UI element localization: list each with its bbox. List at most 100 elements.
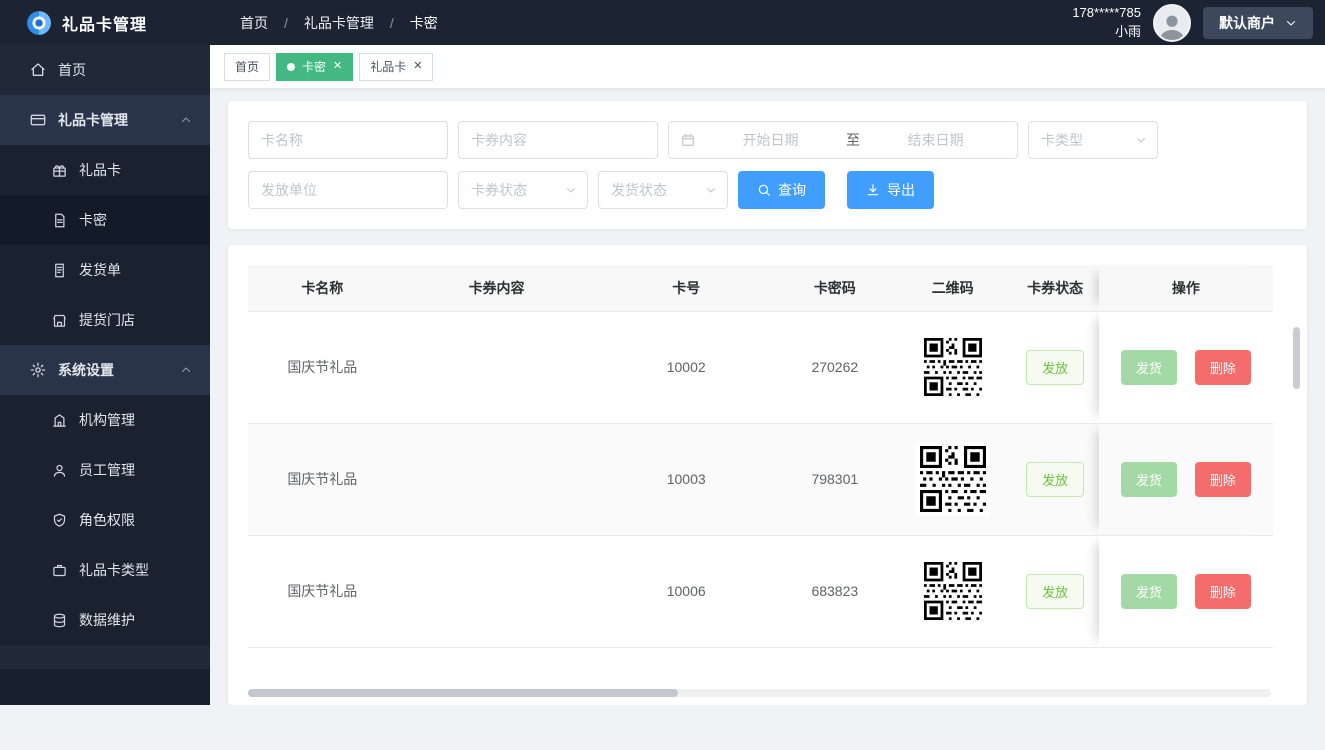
close-icon[interactable]: ✕: [333, 61, 342, 72]
sidebar-item-giftcards[interactable]: 礼品卡: [0, 145, 210, 195]
tab-giftcard[interactable]: 礼品卡 ✕: [359, 53, 433, 81]
search-button-label: 查询: [778, 180, 806, 200]
horizontal-scrollbar[interactable]: [248, 689, 678, 697]
date-range-picker[interactable]: 开始日期 至 结束日期: [668, 121, 1018, 159]
card-secret-table: 卡名称 卡券内容 卡号 卡密码 二维码 卡券状态 操作 国庆节礼品 10002: [248, 265, 1273, 648]
issue-unit-input[interactable]: [248, 171, 448, 209]
store-icon: [52, 313, 67, 328]
delete-button[interactable]: 删除: [1195, 574, 1251, 609]
data-table-panel: 卡名称 卡券内容 卡号 卡密码 二维码 卡券状态 操作 国庆节礼品 10002: [228, 245, 1307, 705]
user-meta: 178*****785 小雨: [1072, 4, 1141, 42]
column-header: 卡号: [597, 265, 776, 311]
ship-button[interactable]: 发货: [1121, 462, 1177, 497]
download-icon: [866, 183, 880, 197]
column-header: 卡券状态: [1012, 265, 1099, 311]
card-status-select[interactable]: 卡券状态: [458, 171, 588, 209]
tabs-bar: 首页 卡密 ✕ 礼品卡 ✕: [210, 45, 1325, 89]
sidebar-item-label: 机构管理: [79, 410, 135, 430]
sidebar-item-label: 角色权限: [79, 510, 135, 530]
column-header: 卡密码: [776, 265, 894, 311]
card-name-input[interactable]: [248, 121, 448, 159]
card-type-select[interactable]: 卡类型: [1028, 121, 1158, 159]
active-dot-icon: [287, 63, 295, 71]
cell-card-content: [397, 311, 597, 423]
cell-card-name: 国庆节礼品: [248, 423, 397, 535]
sidebar-item-delivery-note[interactable]: 发货单: [0, 245, 210, 295]
filter-panel: 开始日期 至 结束日期 卡类型 卡券状态: [228, 101, 1307, 229]
sidebar-item-staff-management[interactable]: 员工管理: [0, 445, 210, 495]
cell-card-password: 683823: [776, 535, 894, 647]
sidebar: 首页 礼品卡管理 礼品卡 卡密 发货单 提货门店: [0, 45, 210, 705]
sidebar-item-label: 卡密: [79, 210, 107, 230]
ship-button[interactable]: 发货: [1121, 574, 1177, 609]
ship-status-select[interactable]: 发货状态: [598, 171, 728, 209]
merchant-label: 默认商户: [1219, 13, 1275, 33]
chevron-up-icon: [180, 114, 192, 126]
avatar[interactable]: [1153, 4, 1191, 42]
table-header-row: 卡名称 卡券内容 卡号 卡密码 二维码 卡券状态 操作: [248, 265, 1273, 311]
column-header: 二维码: [894, 265, 1012, 311]
user-phone: 178*****785: [1072, 4, 1141, 23]
table-row: 国庆节礼品 10002 270262 发放 发货 删除: [248, 311, 1273, 423]
breadcrumb-giftcard[interactable]: 礼品卡管理: [304, 13, 374, 33]
sidebar-section-label: 系统设置: [58, 360, 114, 380]
status-badge: 发放: [1026, 350, 1084, 385]
sidebar-item-giftcard-types[interactable]: 礼品卡类型: [0, 545, 210, 595]
table-row: 国庆节礼品 10006 683823 发放 发货 删除: [248, 535, 1273, 647]
delete-button[interactable]: 删除: [1195, 350, 1251, 385]
merchant-selector[interactable]: 默认商户: [1203, 7, 1313, 39]
cell-card-name: 国庆节礼品: [248, 535, 397, 647]
cell-card-content: [397, 423, 597, 535]
select-placeholder: 发货状态: [611, 180, 667, 200]
ship-button[interactable]: 发货: [1121, 350, 1177, 385]
search-button[interactable]: 查询: [738, 171, 825, 209]
sidebar-item-label: 礼品卡类型: [79, 560, 149, 580]
sidebar-item-label: 礼品卡: [79, 160, 121, 180]
sidebar-item-data-maintenance[interactable]: 数据维护: [0, 595, 210, 645]
chevron-up-icon: [180, 364, 192, 376]
tab-card-secret[interactable]: 卡密 ✕: [276, 53, 353, 81]
select-placeholder: 卡类型: [1041, 130, 1083, 150]
sidebar-item-home[interactable]: 首页: [0, 45, 210, 95]
tab-home[interactable]: 首页: [224, 53, 270, 81]
cell-card-password: 798301: [776, 423, 894, 535]
giftcard-icon: [30, 112, 46, 128]
building-icon: [52, 413, 67, 428]
breadcrumb-current: 卡密: [410, 13, 438, 33]
close-icon[interactable]: ✕: [413, 61, 422, 72]
tab-label: 卡密: [302, 58, 326, 75]
main-area: 首页 卡密 ✕ 礼品卡 ✕ 开始日期 至 结束日期: [210, 45, 1325, 705]
sidebar-section-settings[interactable]: 系统设置: [0, 345, 210, 395]
start-date-placeholder[interactable]: 开始日期: [701, 130, 840, 150]
horizontal-scrollbar-track: [248, 689, 1271, 697]
app-logo-icon: [26, 10, 52, 36]
qr-code-image: [920, 334, 986, 400]
delete-button[interactable]: 删除: [1195, 462, 1251, 497]
export-button-label: 导出: [887, 180, 915, 200]
qr-code-image: [920, 558, 986, 624]
sidebar-item-role-permissions[interactable]: 角色权限: [0, 495, 210, 545]
breadcrumb-home[interactable]: 首页: [240, 13, 268, 33]
invoice-icon: [52, 263, 67, 278]
sidebar-section-giftcard[interactable]: 礼品卡管理: [0, 95, 210, 145]
sidebar-item-pickup-store[interactable]: 提货门店: [0, 295, 210, 345]
card-content-input[interactable]: [458, 121, 658, 159]
calendar-icon: [681, 133, 695, 147]
tab-label: 礼品卡: [370, 58, 406, 75]
cell-card-no: 10003: [597, 423, 776, 535]
end-date-placeholder[interactable]: 结束日期: [866, 130, 1005, 150]
column-header: 卡名称: [248, 265, 397, 311]
status-badge: 发放: [1026, 574, 1084, 609]
sidebar-item-label: 首页: [58, 60, 86, 80]
column-header: 卡券内容: [397, 265, 597, 311]
export-button[interactable]: 导出: [847, 171, 934, 209]
sidebar-item-org-management[interactable]: 机构管理: [0, 395, 210, 445]
chevron-down-icon: [1135, 134, 1147, 146]
vertical-scrollbar[interactable]: [1293, 327, 1300, 389]
document-icon: [52, 213, 67, 228]
date-range-separator: 至: [840, 130, 866, 150]
home-icon: [30, 62, 46, 78]
sidebar-item-card-secret[interactable]: 卡密: [0, 195, 210, 245]
status-badge: 发放: [1026, 462, 1084, 497]
page-content: 开始日期 至 结束日期 卡类型 卡券状态: [210, 89, 1325, 705]
